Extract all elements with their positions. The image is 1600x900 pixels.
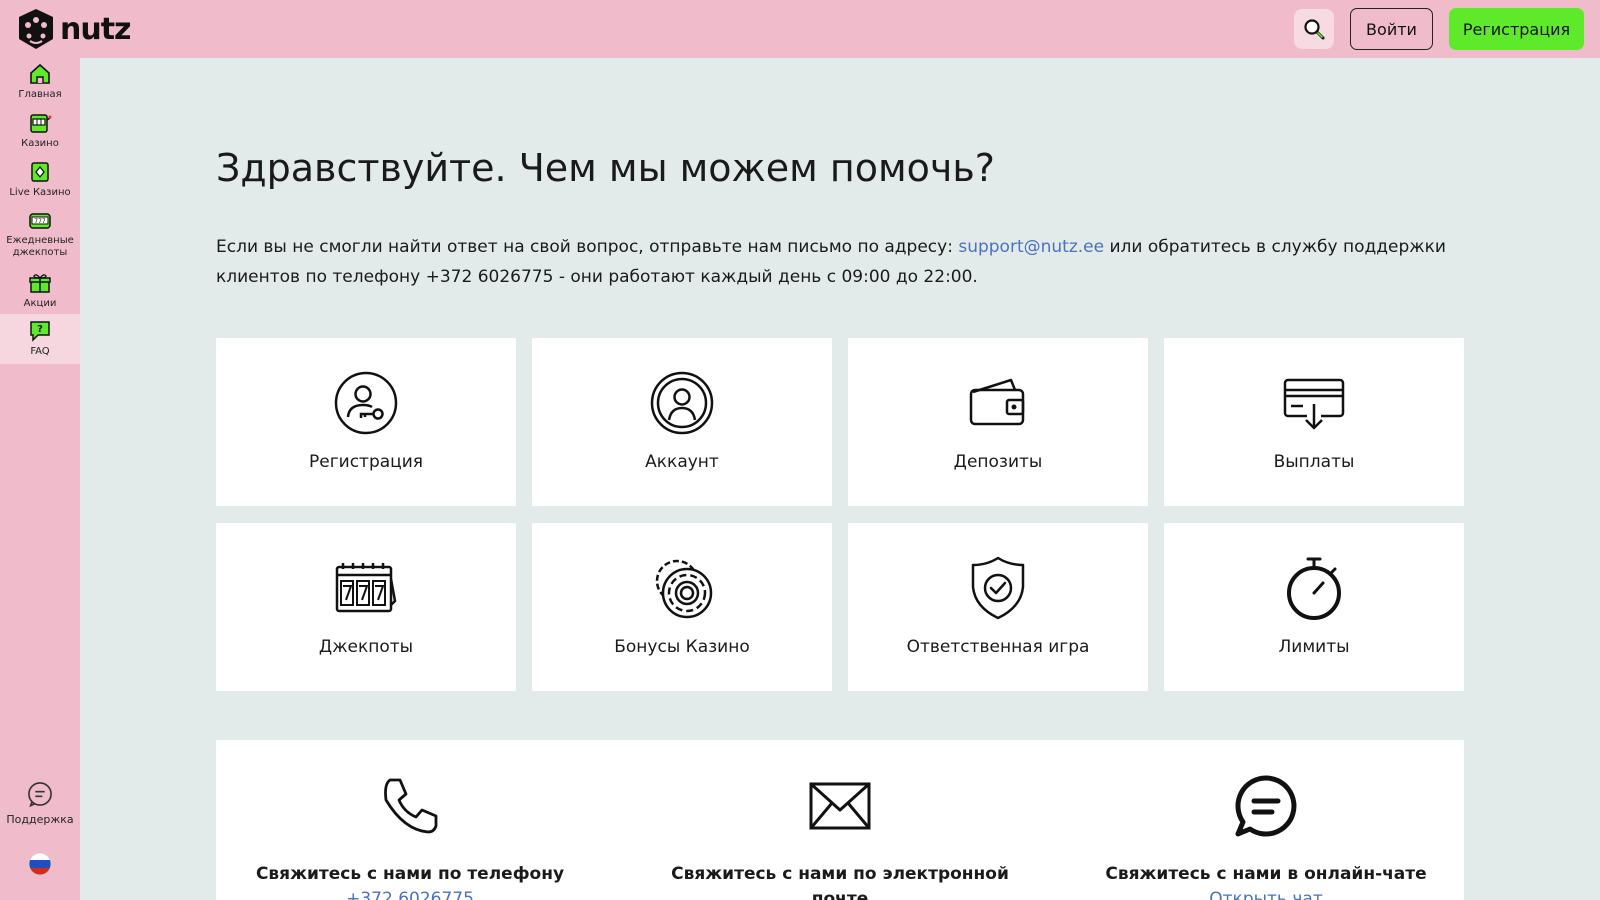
category-label: Ответственная игра xyxy=(906,637,1090,657)
contact-email-title: Свяжитесь с нами по электронной почте xyxy=(671,864,1009,900)
contact-phone-title: Свяжитесь с нами по телефону xyxy=(255,864,565,884)
mail-icon xyxy=(809,782,871,830)
main-content: Здравствуйте. Чем мы можем помочь? Если … xyxy=(80,58,1600,900)
sidebar-item-daily-jackpots[interactable]: 777 Ежедневные джекпоты xyxy=(0,208,80,266)
phone-number-link[interactable]: +372 6026775 xyxy=(346,887,474,900)
shield-check-icon xyxy=(971,556,1025,620)
sidebar-item-label: Казино xyxy=(21,138,59,149)
category-label: Бонусы Казино xyxy=(614,637,750,657)
svg-text:?: ? xyxy=(37,324,43,335)
sidebar-support-button[interactable]: Поддержка xyxy=(0,780,80,830)
contact-email[interactable]: Свяжитесь с нами по электронной почте xyxy=(660,740,1020,900)
sidebar-item-faq[interactable]: ? FAQ xyxy=(0,314,80,364)
logo[interactable]: nutz xyxy=(16,7,132,51)
category-card-responsible-gaming[interactable]: Ответственная игра xyxy=(848,523,1148,691)
logo-text: nutz xyxy=(60,11,132,47)
intro-text-part: Если вы не смогли найти ответ на свой во… xyxy=(216,237,959,257)
sidebar-item-label: Ежедневные джекпоты xyxy=(6,235,74,258)
category-card-account[interactable]: Аккаунт xyxy=(532,338,832,506)
slot-machine-icon xyxy=(30,114,52,133)
contact-phone[interactable]: Свяжитесь с нами по телефону +372 602677… xyxy=(230,740,590,900)
page-title: Здравствуйте. Чем мы можем помочь? xyxy=(216,146,995,190)
svg-text:777: 777 xyxy=(34,218,46,225)
intro-text: Если вы не смогли найти ответ на свой во… xyxy=(216,232,1486,292)
sidebar-item-promotions[interactable]: Акции xyxy=(0,271,80,315)
login-button[interactable]: Войти xyxy=(1350,8,1433,50)
gift-icon xyxy=(29,274,51,293)
support-chat-icon xyxy=(28,782,52,808)
category-label: Выплаты xyxy=(1273,452,1355,472)
jackpot-777-icon xyxy=(335,563,397,613)
faq-icon: ? xyxy=(30,321,50,342)
open-chat-link[interactable]: Открыть чат xyxy=(1209,887,1322,900)
category-label: Лимиты xyxy=(1278,637,1350,657)
category-card-withdrawals[interactable]: Выплаты xyxy=(1164,338,1464,506)
search-button[interactable] xyxy=(1294,9,1334,49)
sidebar: Главная Казино Live Казино 777 Ежедневны… xyxy=(0,58,80,900)
phone-icon xyxy=(384,778,438,834)
sidebar-item-label: Акции xyxy=(23,298,57,309)
account-icon xyxy=(650,371,714,435)
sidebar-support-label: Поддержка xyxy=(6,813,74,826)
sidebar-item-live-casino[interactable]: Live Казино xyxy=(0,160,80,204)
contact-chat-title: Свяжитесь с нами в онлайн-чате xyxy=(1105,864,1427,884)
withdrawal-icon xyxy=(1283,378,1345,430)
sidebar-item-label: Live Казино xyxy=(9,187,71,198)
user-key-icon xyxy=(334,371,398,435)
russian-flag-icon xyxy=(28,852,52,876)
home-icon xyxy=(30,63,50,84)
register-button[interactable]: Регистрация xyxy=(1449,8,1584,50)
sidebar-item-home[interactable]: Главная xyxy=(0,62,80,106)
wallet-icon xyxy=(969,378,1025,426)
sidebar-item-label: Главная xyxy=(18,89,62,100)
category-card-casino-bonuses[interactable]: Бонусы Казино xyxy=(532,523,832,691)
support-email-link[interactable]: support@nutz.ee xyxy=(958,237,1104,257)
top-bar: nutz Войти Регистрация xyxy=(0,0,1600,58)
contact-panel: Свяжитесь с нами по телефону +372 602677… xyxy=(216,740,1464,900)
sidebar-item-casino[interactable]: Казино xyxy=(0,111,80,155)
casino-chips-icon xyxy=(655,559,713,619)
live-casino-icon xyxy=(31,162,49,182)
category-label: Регистрация xyxy=(309,452,423,472)
chat-icon xyxy=(1235,775,1297,837)
category-card-limits[interactable]: Лимиты xyxy=(1164,523,1464,691)
category-label: Депозиты xyxy=(953,452,1043,472)
category-card-registration[interactable]: Регистрация xyxy=(216,338,516,506)
category-label: Аккаунт xyxy=(645,452,719,472)
category-label: Джекпоты xyxy=(318,637,414,657)
dice-logo-icon xyxy=(19,9,53,49)
category-card-deposits[interactable]: Депозиты xyxy=(848,338,1148,506)
stopwatch-icon xyxy=(1287,557,1341,620)
sidebar-item-label: FAQ xyxy=(30,346,50,357)
contact-chat[interactable]: Свяжитесь с нами в онлайн-чате Открыть ч… xyxy=(1076,740,1456,900)
search-icon xyxy=(1304,19,1325,40)
category-card-jackpots[interactable]: Джекпоты xyxy=(216,523,516,691)
language-selector[interactable] xyxy=(0,852,80,880)
daily-jackpot-icon: 777 xyxy=(29,213,51,229)
